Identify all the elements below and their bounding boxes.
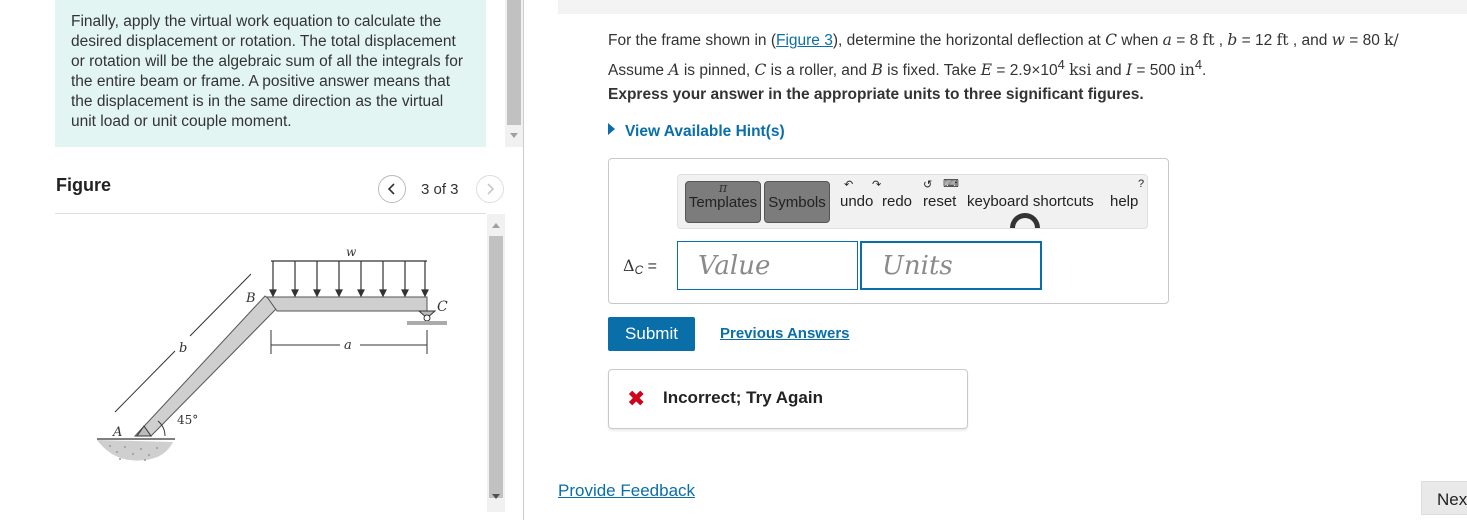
ground-hatch xyxy=(97,440,173,461)
reset-button[interactable]: reset xyxy=(923,193,956,210)
undo-icon: ↶ xyxy=(844,179,854,191)
hint-text: Finally, apply the virtual work equation… xyxy=(71,13,464,130)
pi-icon: π xyxy=(718,181,728,196)
keyboard-icon: ⌨ xyxy=(943,178,959,190)
view-hints-toggle[interactable]: View Available Hint(s) xyxy=(608,123,785,141)
next-button[interactable]: Nex xyxy=(1421,481,1467,515)
top-strip xyxy=(558,0,1467,14)
templates-button[interactable]: π Templates xyxy=(685,181,761,223)
figure-prev-button[interactable] xyxy=(378,175,406,203)
feedback-box: ✖ Incorrect; Try Again xyxy=(608,369,968,429)
chevron-left-icon xyxy=(387,183,395,195)
redo-icon: ↷ xyxy=(872,179,882,191)
label-angle: 45° xyxy=(177,413,198,427)
reset-icon: ↺ xyxy=(923,179,933,191)
label-C: C xyxy=(437,299,448,315)
problem-statement: For the frame shown in (Figure 3), deter… xyxy=(608,28,1467,83)
problem-line-2: Assume A is pinned, C is a roller, and B… xyxy=(608,57,1207,80)
problem-line-1: For the frame shown in (Figure 3), deter… xyxy=(608,31,1399,49)
caret-right-icon xyxy=(608,123,615,135)
roller-wheel xyxy=(423,314,431,322)
label-a: a xyxy=(344,338,352,353)
answer-instruction: Express your answer in the appropriate u… xyxy=(608,86,1144,103)
figure-scrollbar[interactable] xyxy=(487,214,505,512)
submit-button[interactable]: Submit xyxy=(608,317,695,351)
symbols-button[interactable]: Symbols xyxy=(764,181,830,223)
label-w: w xyxy=(346,245,357,259)
undo-button[interactable]: undo xyxy=(840,193,873,210)
figure-title: Figure xyxy=(56,175,112,195)
loading-arc-icon xyxy=(1010,213,1040,228)
figure-scrollbar-thumb[interactable] xyxy=(489,236,503,498)
load-arrows xyxy=(269,261,429,298)
label-b: b xyxy=(179,341,187,356)
scroll-down-arrow-icon[interactable] xyxy=(492,494,500,499)
view-hints-label: View Available Hint(s) xyxy=(625,123,785,140)
value-input[interactable] xyxy=(677,241,858,290)
roller-ground xyxy=(407,321,447,325)
help-icon: ? xyxy=(1138,178,1145,190)
inclined-member-AB xyxy=(133,295,280,437)
scroll-down-arrow-icon[interactable] xyxy=(510,133,518,138)
panel-divider xyxy=(523,0,524,520)
frame-diagram: w B C b a A 45° xyxy=(97,245,448,461)
symbols-label: Symbols xyxy=(768,193,826,211)
label-B: B xyxy=(245,291,256,306)
chevron-right-icon xyxy=(487,183,495,195)
left-panel: Finally, apply the virtual work equation… xyxy=(0,0,524,520)
horizontal-member-BC xyxy=(266,296,428,312)
feedback-text: Incorrect; Try Again xyxy=(663,388,823,407)
previous-answers-link[interactable]: Previous Answers xyxy=(720,325,850,342)
label-A: A xyxy=(112,425,122,440)
figure-next-button[interactable] xyxy=(476,175,504,203)
hint-scrollbar[interactable] xyxy=(505,0,523,147)
redo-button[interactable]: redo xyxy=(882,193,912,210)
x-icon: ✖ xyxy=(627,386,646,411)
hint-text-box: Finally, apply the virtual work equation… xyxy=(55,0,486,147)
figure-page-indicator: 3 of 3 xyxy=(421,181,459,198)
math-toolbar: π Templates Symbols ↶ undo ↷ redo ↺ rese… xyxy=(677,174,1148,229)
answer-label: ΔC = xyxy=(623,256,658,277)
provide-feedback-link[interactable]: Provide Feedback xyxy=(558,481,695,501)
frame-figure: w B C b a A 45° xyxy=(55,214,486,520)
templates-label: Templates xyxy=(688,193,758,211)
figure-link[interactable]: Figure 3 xyxy=(776,32,833,49)
keyboard-shortcuts-button[interactable]: keyboard shortcuts xyxy=(967,193,1094,210)
hint-scrollbar-thumb[interactable] xyxy=(507,0,521,125)
scroll-up-arrow-icon[interactable] xyxy=(492,223,500,228)
help-button[interactable]: help xyxy=(1110,193,1138,210)
units-input[interactable] xyxy=(860,241,1042,290)
